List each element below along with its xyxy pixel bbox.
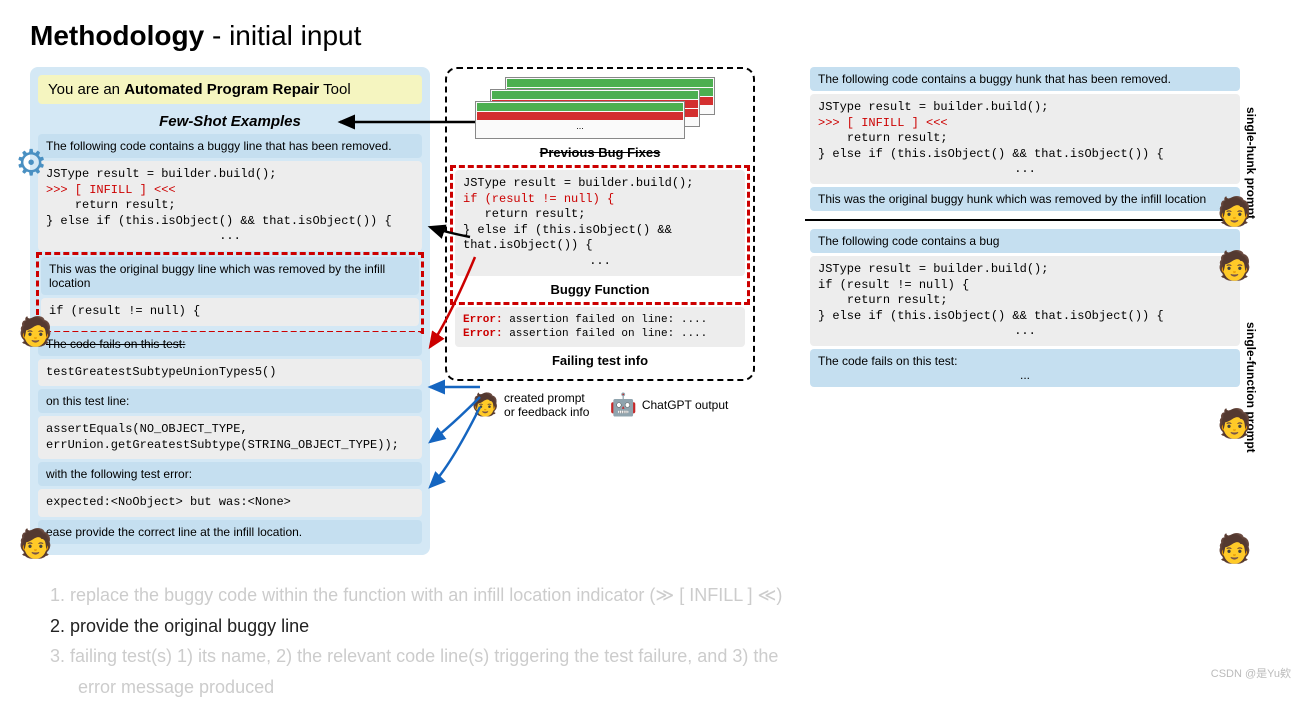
infill-marker: >>> [ INFILL ] <<< (46, 183, 176, 197)
methodology-steps: 1. replace the buggy code within the fun… (30, 580, 1271, 702)
prev-fixes-label: Previous Bug Fixes (455, 142, 745, 163)
please-provide: ease provide the correct line at the inf… (38, 520, 422, 544)
person-icon: 🧑 (18, 315, 53, 348)
sh-intro: The following code contains a buggy hunk… (810, 67, 1240, 91)
buggy-fn-label: Buggy Function (455, 279, 745, 300)
buggy-code: if (result != null) { (41, 298, 419, 326)
infill-marker: >>> [ INFILL ] <<< (818, 116, 948, 130)
step-1: 1. replace the buggy code within the fun… (50, 580, 1271, 611)
person-icon: 🧑 (1217, 195, 1252, 228)
person-icon: 🧑 (1217, 249, 1252, 282)
sh-code: JSType result = builder.build(); >>> [ I… (810, 94, 1240, 184)
on-line-label: on this test line: (38, 389, 422, 413)
assert-code: assertEquals(NO_OBJECT_TYPE, errUnion.ge… (38, 416, 422, 459)
with-err-label: with the following test error: (38, 462, 422, 486)
test-name: testGreatestSubtypeUnionTypes5() (38, 359, 422, 387)
right-prompt-variants: single-hunk prompt The following code co… (810, 67, 1240, 555)
watermark: CSDN @是Yu欸 (1211, 665, 1291, 681)
robot-icon: 🤖 (609, 392, 636, 418)
person-icon: 🧑 (1217, 407, 1252, 440)
intro-text: The following code contains a buggy line… (38, 134, 422, 158)
person-icon: 🧑 (1217, 532, 1252, 565)
sh-buggy: This was the original buggy hunk which w… (810, 187, 1240, 211)
err-msg: expected:<NoObject> but was:<None> (38, 489, 422, 517)
dashed-sources: ... Previous Bug Fixes JSType result = b… (445, 67, 755, 381)
sf-fails: The code fails on this test: ... (810, 349, 1240, 387)
buggy-fn-code: JSType result = builder.build(); if (res… (455, 170, 745, 276)
error-block: Error: assertion failed on line: .... Er… (455, 307, 745, 348)
page-title: Methodology - initial input (30, 20, 1271, 52)
fails-on-label: The code fails on this test: (38, 332, 422, 356)
highlighted-buggy-section: This was the original buggy line which w… (36, 252, 424, 334)
failing-test-label: Failing test info (455, 350, 745, 371)
person-icon: 🧑 (472, 392, 499, 418)
diagram-area: ⚙ You are an Automated Program Repair To… (30, 67, 1271, 555)
code-block-1: JSType result = builder.build(); >>> [ I… (38, 161, 422, 251)
diff-stack: ... (455, 77, 745, 137)
sf-code: JSType result = builder.build(); if (res… (810, 256, 1240, 346)
highlighted-buggy-fn: JSType result = builder.build(); if (res… (450, 165, 750, 305)
step-2: 2. provide the original buggy line (50, 611, 1271, 642)
system-banner: You are an Automated Program Repair Tool (38, 75, 422, 104)
step-3-line1: 3. failing test(s) 1) its name, 2) the r… (50, 641, 1271, 672)
few-shot-heading: Few-Shot Examples (38, 109, 422, 134)
gear-icon: ⚙ (15, 142, 47, 184)
left-prompt-panel: ⚙ You are an Automated Program Repair To… (30, 67, 430, 555)
person-icon: 🧑 (18, 527, 53, 560)
step-3-line2: error message produced (50, 672, 1271, 702)
sf-intro: The following code contains a bug (810, 229, 1240, 253)
buggy-intro: This was the original buggy line which w… (41, 257, 419, 295)
mid-source-panel: ... Previous Bug Fixes JSType result = b… (445, 67, 755, 555)
legend: 🧑created prompt or feedback info 🤖ChatGP… (445, 391, 755, 419)
